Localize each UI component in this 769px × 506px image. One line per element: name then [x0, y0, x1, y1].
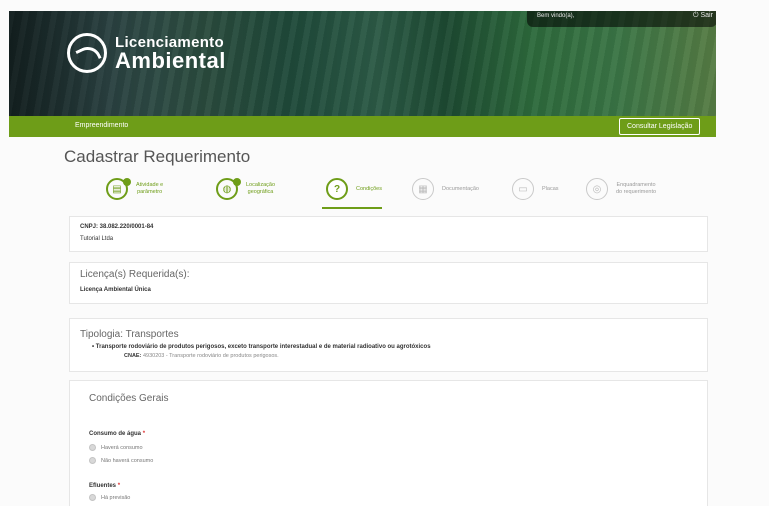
logo-line2: Ambiental [115, 47, 226, 73]
water-option-havera[interactable]: Haverá consumo [89, 444, 143, 451]
welcome-text: Bem vindo(a), [537, 13, 575, 19]
licenses-title: Licença(s) Requerida(s): [80, 269, 190, 280]
effluents-option-previsao[interactable]: Há previsão [89, 494, 130, 501]
cnae-line: CNAE: 4930203 - Transporte rodoviário de… [124, 353, 279, 359]
stamp-icon: ◎ [586, 178, 608, 200]
check-badge-icon [123, 178, 131, 186]
step-atividade-label: Atividade e parâmetro [136, 182, 164, 195]
effluents-label: Efluentes * [89, 483, 120, 489]
step-placas-label: Placas [542, 185, 559, 192]
documents-icon: ▦ [412, 178, 434, 200]
cnae-value: 4930203 - Transporte rodoviário de produ… [142, 353, 279, 359]
step-placas[interactable]: ▭ Placas [512, 178, 559, 200]
step-condicoes-label: Condições [356, 185, 382, 192]
sign-icon: ▭ [512, 178, 534, 200]
cnae-label: CNAE: [124, 353, 142, 359]
tipologia-title: Tipologia: Transportes [80, 329, 179, 340]
water-label-text: Consumo de água [89, 431, 142, 437]
step-label: Atividade e parâmetro [136, 182, 163, 196]
leaf-logo-icon [67, 33, 107, 73]
licenses-card: Licença(s) Requerida(s): Licença Ambient… [69, 262, 708, 304]
logout-label: Sair [700, 12, 713, 19]
page: Licenciamento Ambiental Bem vindo(a), ⏻ … [0, 0, 769, 506]
globe-icon: ◍ [216, 178, 241, 200]
header-banner: Licenciamento Ambiental Bem vindo(a), ⏻ … [9, 11, 716, 116]
effluents-label-text: Efluentes [89, 483, 117, 489]
step-condicoes[interactable]: ? Condições [326, 178, 382, 200]
cnpj-text: CNPJ: 38.082.220/0001-84 [80, 224, 154, 230]
radio-icon[interactable] [89, 457, 96, 464]
required-mark: * [117, 483, 121, 489]
step-enquadramento[interactable]: ◎ Enquadramento do requerimento [586, 178, 656, 200]
step-label: Condições [356, 186, 382, 193]
logo-text: Licenciamento Ambiental [115, 35, 226, 72]
user-bar: Bem vindo(a), ⏻ Sair [527, 11, 716, 27]
step-localizacao-label: Localização geográfica [246, 182, 276, 195]
page-title: Cadastrar Requerimento [64, 147, 251, 166]
step-localizacao[interactable]: ◍ Localização geográfica [216, 178, 275, 200]
step-documentacao[interactable]: ▦ Documentação [412, 178, 479, 200]
nav-bar: Empreendimento Consultar Legislação [9, 116, 716, 137]
water-option-nao-havera-label: Não haverá consumo [101, 457, 154, 464]
check-badge-icon [233, 178, 241, 186]
step-label: Localização geográfica [246, 182, 275, 196]
document-icon: ▤ [106, 178, 131, 200]
tipologia-item-text: Transporte rodoviário de produtos perigo… [95, 344, 431, 350]
power-icon: ⏻ [693, 12, 699, 19]
company-card: CNPJ: 38.082.220/0001-84 Tutorial Ltda [69, 216, 708, 252]
water-option-nao-havera[interactable]: Não haverá consumo [89, 457, 153, 464]
radio-icon[interactable] [89, 494, 96, 501]
step-documentacao-label: Documentação [442, 185, 479, 192]
conditions-title: Condições Gerais [89, 393, 169, 404]
step-enquadramento-label: Enquadramento do requerimento [616, 182, 657, 195]
license-value: Licença Ambiental Única [80, 287, 151, 293]
step-label: Enquadramento do requerimento [616, 182, 656, 196]
conditions-card: Condições Gerais Consumo de água * Haver… [69, 380, 708, 506]
active-step-underline [322, 207, 382, 209]
required-mark: * [142, 431, 146, 437]
tipologia-item: • Transporte rodoviário de produtos peri… [92, 344, 431, 350]
radio-icon[interactable] [89, 444, 96, 451]
effluents-option-previsao-label: Há previsão [101, 494, 131, 501]
company-name: Tutorial Ltda [80, 236, 114, 242]
water-option-havera-label: Haverá consumo [101, 444, 143, 451]
tipologia-card: Tipologia: Transportes • Transporte rodo… [69, 318, 708, 372]
nav-item-empreendimento[interactable]: Empreendimento [75, 122, 128, 129]
step-label: Documentação [442, 186, 479, 193]
consult-legislation-button[interactable]: Consultar Legislação [619, 118, 701, 135]
wizard-steps: ▤ Atividade e parâmetro ◍ Localização ge… [100, 178, 700, 210]
logo[interactable]: Licenciamento Ambiental [67, 33, 226, 73]
step-label: Placas [542, 186, 559, 193]
logout-link[interactable]: ⏻ Sair [693, 12, 713, 20]
question-icon: ? [326, 178, 348, 200]
step-atividade[interactable]: ▤ Atividade e parâmetro [106, 178, 163, 200]
water-label: Consumo de água * [89, 431, 145, 437]
